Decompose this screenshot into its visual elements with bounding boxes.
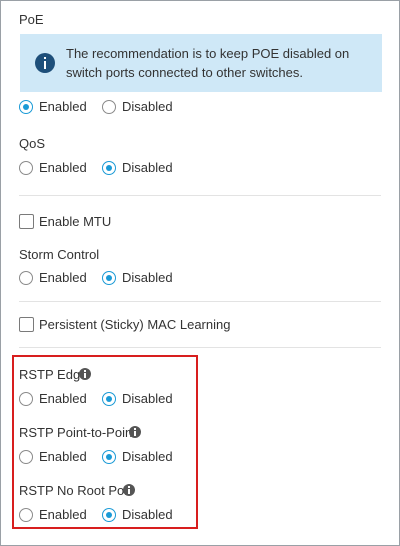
rstp-edge-disabled-label[interactable]: Disabled — [122, 391, 173, 406]
rstp-no-root-disabled-radio[interactable] — [102, 508, 116, 522]
qos-enabled-label[interactable]: Enabled — [39, 160, 87, 175]
qos-enabled-radio[interactable] — [19, 161, 33, 175]
storm-control-enabled-radio[interactable] — [19, 271, 33, 285]
info-icon — [35, 53, 55, 73]
storm-control-disabled-label[interactable]: Disabled — [122, 270, 173, 285]
rstp-no-root-disabled-label[interactable]: Disabled — [122, 507, 173, 522]
divider — [19, 195, 381, 196]
storm-control-title: Storm Control — [19, 247, 100, 262]
rstp-edge-disabled-radio[interactable] — [102, 392, 116, 406]
divider — [19, 301, 381, 302]
rstp-p2p-disabled-label[interactable]: Disabled — [122, 449, 173, 464]
enable-mtu-checkbox[interactable] — [19, 214, 34, 229]
settings-panel: PoE The recommendation is to keep POE di… — [0, 0, 400, 546]
poe-info-banner: The recommendation is to keep POE disabl… — [20, 34, 382, 92]
rstp-edge-enabled-radio[interactable] — [19, 392, 33, 406]
rstp-no-root-enabled-radio[interactable] — [19, 508, 33, 522]
poe-disabled-label[interactable]: Disabled — [122, 99, 173, 114]
poe-enabled-radio[interactable] — [19, 100, 33, 114]
rstp-no-root-title: RSTP No Root Port — [19, 483, 133, 498]
enable-mtu-label[interactable]: Enable MTU — [39, 214, 111, 229]
poe-disabled-radio[interactable] — [102, 100, 116, 114]
mac-learning-checkbox[interactable] — [19, 317, 34, 332]
rstp-p2p-enabled-radio[interactable] — [19, 450, 33, 464]
rstp-p2p-enabled-label[interactable]: Enabled — [39, 449, 87, 464]
qos-disabled-label[interactable]: Disabled — [122, 160, 173, 175]
poe-title: PoE — [19, 12, 44, 27]
mac-learning-label[interactable]: Persistent (Sticky) MAC Learning — [39, 317, 230, 332]
poe-banner-text: The recommendation is to keep POE disabl… — [66, 46, 350, 80]
storm-control-disabled-radio[interactable] — [102, 271, 116, 285]
rstp-no-root-enabled-label[interactable]: Enabled — [39, 507, 87, 522]
divider — [19, 347, 381, 348]
qos-disabled-radio[interactable] — [102, 161, 116, 175]
rstp-p2p-disabled-radio[interactable] — [102, 450, 116, 464]
storm-control-enabled-label[interactable]: Enabled — [39, 270, 87, 285]
rstp-edge-enabled-label[interactable]: Enabled — [39, 391, 87, 406]
qos-title: QoS — [19, 136, 46, 151]
info-icon[interactable] — [123, 484, 135, 496]
rstp-edge-title: RSTP Edge — [19, 367, 88, 382]
info-icon[interactable] — [79, 368, 91, 380]
poe-enabled-label[interactable]: Enabled — [39, 99, 87, 114]
info-icon[interactable] — [129, 426, 141, 438]
rstp-p2p-title: RSTP Point-to-Point — [19, 425, 136, 440]
